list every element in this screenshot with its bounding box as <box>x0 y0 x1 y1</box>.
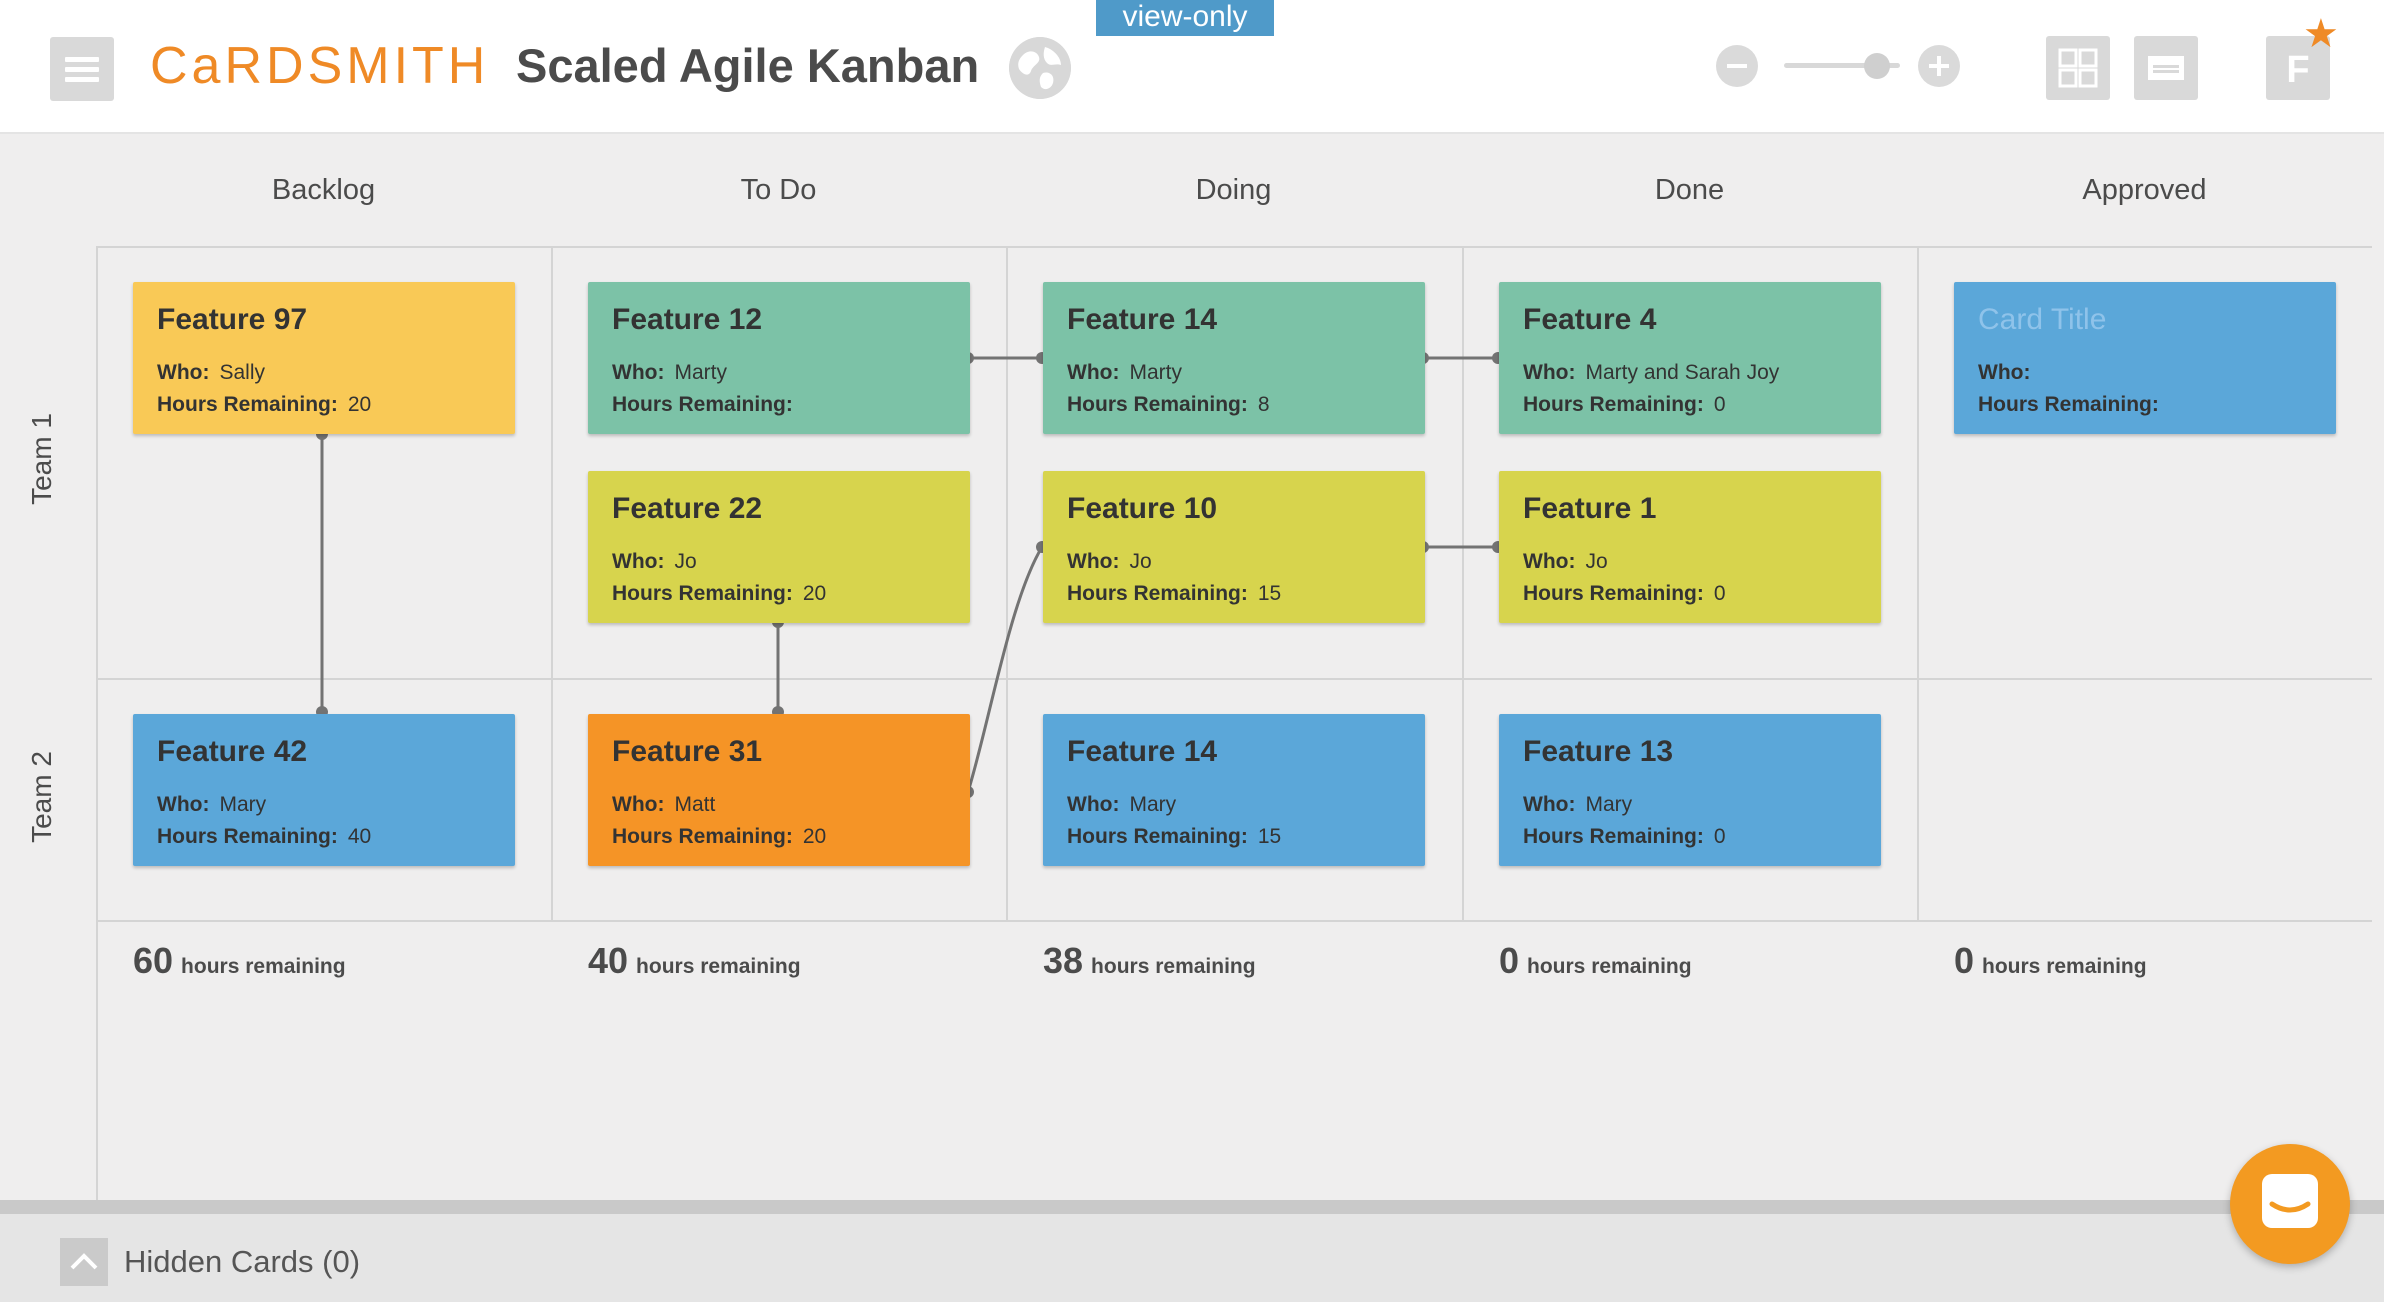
card-title: Feature 10 <box>1067 492 1218 525</box>
card-hours: Hours Remaining: <box>612 393 793 416</box>
zoom-out-button[interactable] <box>1716 45 1758 87</box>
hidden-cards-label[interactable]: Hidden Cards (0) <box>124 1240 360 1284</box>
card-who: Who: Sally <box>157 361 266 384</box>
column-total-backlog: 60 hours remaining <box>133 940 346 981</box>
column-divider <box>1006 246 1008 922</box>
card-feature-22[interactable]: Feature 22 Who: Jo Hours Remaining: 20 <box>588 471 970 623</box>
column-divider <box>551 246 553 922</box>
card-who: Who: Jo <box>1067 550 1152 573</box>
card-who: Who: Mary <box>1523 793 1633 816</box>
cardsmith-logo[interactable]: CaRDSMITH <box>150 36 489 96</box>
grid-view-icon[interactable] <box>2046 36 2110 100</box>
column-header-done: Done <box>1654 174 1725 206</box>
card-hours: Hours Remaining: 20 <box>612 825 827 848</box>
card-who: Who: Mary <box>157 793 267 816</box>
card-who: Who: Matt <box>612 793 716 816</box>
card-who: Who: Marty and Sarah Joy <box>1523 361 1780 384</box>
card-title: Feature 31 <box>612 735 763 768</box>
card-title: Feature 12 <box>612 303 763 336</box>
card-feature-12[interactable]: Feature 12 Who: Marty Hours Remaining: <box>588 282 970 434</box>
view-only-badge: view-only <box>1096 0 1274 36</box>
card-title: Feature 1 <box>1523 492 1657 525</box>
column-total-approved: 0 hours remaining <box>1954 940 2147 981</box>
column-header-todo: To Do <box>740 174 817 206</box>
card-title: Feature 97 <box>157 303 308 336</box>
row-label-team-2: Team 2 <box>26 751 57 843</box>
card-who: Who: <box>1978 361 2031 384</box>
board-title: Scaled Agile Kanban <box>516 39 980 92</box>
card-hours: Hours Remaining: 15 <box>1067 582 1282 605</box>
column-header-backlog: Backlog <box>271 174 376 206</box>
card-feature-13[interactable]: Feature 13 Who: Mary Hours Remaining: 0 <box>1499 714 1881 866</box>
card-hours: Hours Remaining: <box>1978 393 2159 416</box>
card-feature-1[interactable]: Feature 1 Who: Jo Hours Remaining: 0 <box>1499 471 1881 623</box>
zoom-in-button[interactable] <box>1918 45 1960 87</box>
card-feature-31[interactable]: Feature 31 Who: Matt Hours Remaining: 20 <box>588 714 970 866</box>
card-hours: Hours Remaining: 8 <box>1067 393 1270 416</box>
horizontal-scrollbar[interactable] <box>0 1200 2384 1214</box>
card-title: Feature 14 <box>1067 735 1218 768</box>
card-who: Who: Marty <box>1067 361 1182 384</box>
card-who: Who: Jo <box>1523 550 1608 573</box>
card-title: Feature 14 <box>1067 303 1218 336</box>
row-divider <box>96 678 2372 680</box>
card-hours: Hours Remaining: 20 <box>157 393 372 416</box>
card-title: Feature 13 <box>1523 735 1674 768</box>
card-title: Feature 42 <box>157 735 308 768</box>
globe-icon[interactable] <box>1009 37 1071 99</box>
card-feature-97[interactable]: Feature 97 Who: Sally Hours Remaining: 20 <box>133 282 515 434</box>
star-icon: ★ <box>2303 12 2339 56</box>
column-divider <box>1917 246 1919 922</box>
card-who: Who: Mary <box>1067 793 1177 816</box>
card-hours: Hours Remaining: 0 <box>1523 393 1726 416</box>
chat-icon[interactable] <box>2230 1144 2350 1264</box>
column-header-approved: Approved <box>2082 174 2207 206</box>
card-feature-42[interactable]: Feature 42 Who: Mary Hours Remaining: 40 <box>133 714 515 866</box>
column-divider <box>1462 246 1464 922</box>
column-total-todo: 40 hours remaining <box>588 940 801 981</box>
card-hours: Hours Remaining: 0 <box>1523 582 1726 605</box>
card-who: Who: Jo <box>612 550 697 573</box>
card-feature-14-team-2[interactable]: Feature 14 Who: Mary Hours Remaining: 15 <box>1043 714 1425 866</box>
column-total-done: 0 hours remaining <box>1499 940 1692 981</box>
card-view-icon[interactable] <box>2134 36 2198 100</box>
card-feature-10[interactable]: Feature 10 Who: Jo Hours Remaining: 15 <box>1043 471 1425 623</box>
card-hours: Hours Remaining: 15 <box>1067 825 1282 848</box>
board-edge-line <box>96 922 98 1200</box>
card-hours: Hours Remaining: 20 <box>612 582 827 605</box>
chevron-up-icon[interactable] <box>60 1238 108 1286</box>
zoom-slider-handle[interactable] <box>1864 53 1890 79</box>
card-hours: Hours Remaining: 0 <box>1523 825 1726 848</box>
card-title: Card Title <box>1978 303 2107 336</box>
hamburger-menu-icon[interactable] <box>50 37 114 101</box>
row-label-team-1: Team 1 <box>26 413 57 505</box>
card-title: Feature 4 <box>1523 303 1657 336</box>
column-header-doing: Doing <box>1195 174 1272 206</box>
card-feature-14-team-1[interactable]: Feature 14 Who: Marty Hours Remaining: 8 <box>1043 282 1425 434</box>
card-title: Feature 22 <box>612 492 763 525</box>
column-total-doing: 38 hours remaining <box>1043 940 1256 981</box>
card-hours: Hours Remaining: 40 <box>157 825 372 848</box>
card-placeholder[interactable]: Card Title Who: Hours Remaining: <box>1954 282 2336 434</box>
hidden-cards-tray: Hidden Cards (0) <box>0 1214 2384 1302</box>
card-who: Who: Marty <box>612 361 727 384</box>
card-feature-4[interactable]: Feature 4 Who: Marty and Sarah Joy Hours … <box>1499 282 1881 434</box>
